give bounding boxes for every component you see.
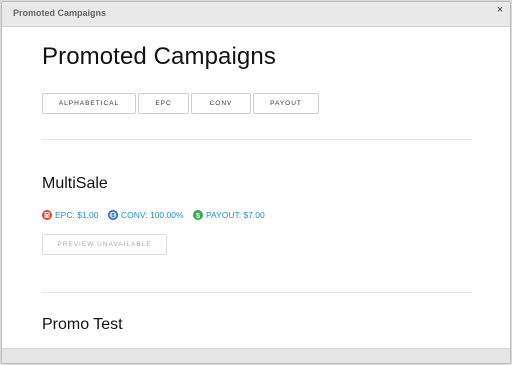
page-title: Promoted Campaigns [42, 43, 276, 70]
conv-value: CONV: 100.00% [121, 210, 184, 220]
preview-unavailable-button: PREVIEW UNAVAILABLE [42, 234, 167, 255]
svg-text:$: $ [196, 211, 201, 220]
dialog-content: Promoted Campaigns ALPHABETICAL EPC CONV… [2, 27, 510, 349]
campaign-title: Promo Test [42, 316, 123, 333]
campaign-title: MultiSale [42, 175, 108, 192]
close-icon[interactable]: × [494, 4, 506, 16]
dialog-footer [2, 348, 510, 363]
sort-alphabetical-button[interactable]: ALPHABETICAL [42, 93, 136, 114]
dialog-title: Promoted Campaigns [13, 8, 107, 18]
payout-value: PAYOUT: $7.00 [206, 210, 265, 220]
sort-conv-button[interactable]: CONV [191, 93, 251, 114]
promoted-campaigns-dialog: Promoted Campaigns × Promoted Campaigns … [1, 1, 511, 364]
divider [42, 292, 472, 293]
dollar-icon: $ [193, 210, 203, 220]
sort-payout-button[interactable]: PAYOUT [253, 93, 319, 114]
globe-icon [108, 210, 118, 220]
calculator-icon [42, 210, 52, 220]
epc-value: EPC: $1.00 [55, 210, 99, 220]
sort-epc-button[interactable]: EPC [138, 93, 189, 114]
dialog-titlebar: Promoted Campaigns × [2, 2, 510, 27]
divider [42, 139, 472, 140]
